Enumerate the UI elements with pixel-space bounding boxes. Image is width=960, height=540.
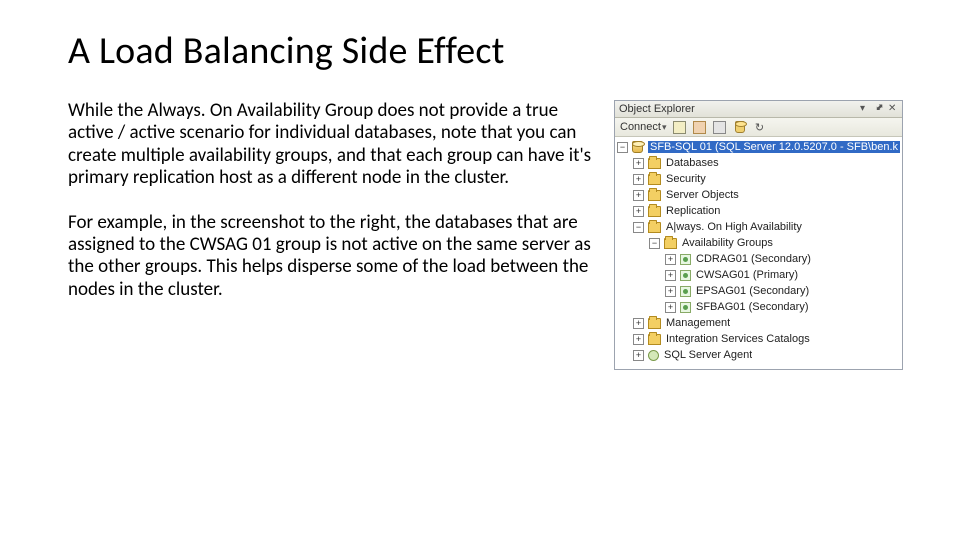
refresh-icon[interactable]: ↻ (753, 120, 767, 134)
tree-node-high-availability[interactable]: − A|ways. On High Availability (617, 219, 900, 235)
connect-label: Connect (620, 121, 661, 133)
tree-node-ag-epsag01[interactable]: + EPSAG01 (Secondary) (617, 283, 900, 299)
pin-icon[interactable]: ⬍ (872, 102, 886, 116)
tree-label: Availability Groups (682, 237, 773, 249)
content-row: While the Always. On Availability Group … (68, 100, 892, 370)
tree-node-management[interactable]: + Management (617, 315, 900, 331)
object-explorer-header: Object Explorer ▾ ⬍ ✕ (615, 101, 902, 118)
tree-node-databases[interactable]: + Databases (617, 155, 900, 171)
expand-icon[interactable]: + (665, 302, 676, 313)
tree-root-label: SFB-SQL 01 (SQL Server 12.0.5207.0 - SFB… (648, 141, 900, 153)
expand-icon[interactable]: + (633, 206, 644, 217)
expand-icon[interactable]: + (633, 158, 644, 169)
folder-icon (664, 238, 677, 249)
folder-icon (648, 334, 661, 345)
folder-icon (648, 174, 661, 185)
paragraph-1: While the Always. On Availability Group … (68, 100, 598, 190)
folder-icon (648, 318, 661, 329)
close-icon[interactable]: ✕ (888, 104, 898, 114)
tree-node-sql-server-agent[interactable]: + SQL Server Agent (617, 347, 900, 363)
server-icon (632, 141, 643, 153)
filter-icon[interactable] (733, 120, 747, 134)
tree-root-server[interactable]: − SFB-SQL 01 (SQL Server 12.0.5207.0 - S… (617, 139, 900, 155)
tree-node-security[interactable]: + Security (617, 171, 900, 187)
expand-icon[interactable]: + (633, 318, 644, 329)
tree-node-server-objects[interactable]: + Server Objects (617, 187, 900, 203)
tree-label: Replication (666, 205, 720, 217)
folder-icon (648, 206, 661, 217)
availability-group-icon (680, 302, 691, 313)
tree-node-ag-cdrag01[interactable]: + CDRAG01 (Secondary) (617, 251, 900, 267)
tree-label: Server Objects (666, 189, 739, 201)
collapse-icon[interactable]: − (617, 142, 628, 153)
tree-label: A|ways. On High Availability (666, 221, 802, 233)
folder-icon (648, 222, 661, 233)
tree-node-ag-cwsag01[interactable]: + CWSAG01 (Primary) (617, 267, 900, 283)
object-explorer-toolbar: Connect▾ ↻ (615, 118, 902, 137)
folder-icon (648, 158, 661, 169)
chevron-down-icon[interactable]: ▾ (860, 104, 870, 114)
slide-title: A Load Balancing Side Effect (68, 28, 892, 74)
paragraph-2: For example, in the screenshot to the ri… (68, 212, 598, 302)
tree-label: CWSAG01 (Primary) (696, 269, 798, 281)
availability-group-icon (680, 254, 691, 265)
agent-icon (648, 350, 659, 361)
tree-label: SQL Server Agent (664, 349, 752, 361)
tree-label: SFBAG01 (Secondary) (696, 301, 809, 313)
expand-icon[interactable]: + (665, 270, 676, 281)
expand-icon[interactable]: + (633, 174, 644, 185)
slide: A Load Balancing Side Effect While the A… (0, 0, 960, 390)
collapse-icon[interactable]: − (649, 238, 660, 249)
availability-group-icon (680, 286, 691, 297)
expand-icon[interactable]: + (633, 334, 644, 345)
tree-node-integration-services[interactable]: + Integration Services Catalogs (617, 331, 900, 347)
expand-icon[interactable]: + (633, 190, 644, 201)
expand-icon[interactable]: + (665, 254, 676, 265)
tree-label: Security (666, 173, 706, 185)
body-text: While the Always. On Availability Group … (68, 100, 598, 323)
tree-label: Databases (666, 157, 719, 169)
plug-icon[interactable] (673, 120, 687, 134)
tree-node-availability-groups[interactable]: − Availability Groups (617, 235, 900, 251)
collapse-icon[interactable]: − (633, 222, 644, 233)
object-explorer-title: Object Explorer (619, 103, 695, 115)
expand-icon[interactable]: + (665, 286, 676, 297)
stop-icon[interactable] (713, 120, 727, 134)
object-explorer-panel: Object Explorer ▾ ⬍ ✕ Connect▾ ↻ (614, 100, 903, 370)
tree-node-ag-sfbag01[interactable]: + SFBAG01 (Secondary) (617, 299, 900, 315)
availability-group-icon (680, 270, 691, 281)
tree-label: EPSAG01 (Secondary) (696, 285, 809, 297)
tree-label: Management (666, 317, 730, 329)
tree-node-replication[interactable]: + Replication (617, 203, 900, 219)
tree-label: Integration Services Catalogs (666, 333, 810, 345)
folder-icon (648, 190, 661, 201)
tree-view: − SFB-SQL 01 (SQL Server 12.0.5207.0 - S… (615, 137, 902, 369)
expand-icon[interactable]: + (633, 350, 644, 361)
connect-button[interactable]: Connect▾ (620, 121, 667, 133)
tree-label: CDRAG01 (Secondary) (696, 253, 811, 265)
disconnect-icon[interactable] (693, 120, 707, 134)
